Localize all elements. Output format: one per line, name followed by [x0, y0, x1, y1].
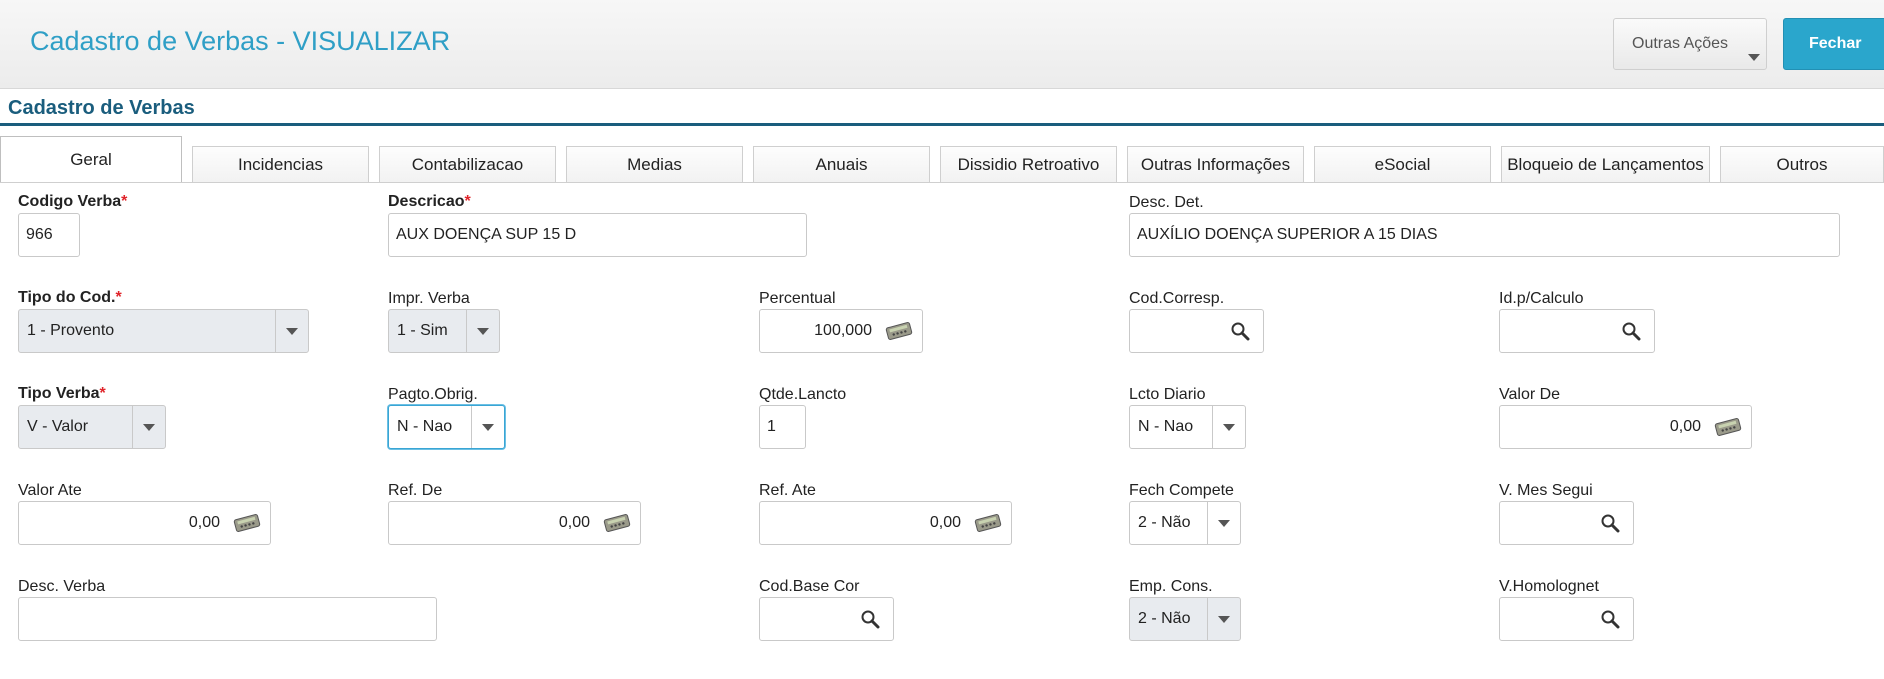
search-icon[interactable]: [1595, 510, 1625, 536]
chevron-down-icon[interactable]: [471, 406, 504, 448]
search-icon[interactable]: [1595, 606, 1625, 632]
chevron-down-icon[interactable]: [132, 406, 165, 448]
desc-det-label: Desc. Det.: [1129, 194, 1204, 211]
tipo-verba-select[interactable]: V - Valor: [18, 405, 166, 449]
fech-compete-select[interactable]: 2 - Não: [1129, 501, 1241, 545]
cod-corresp-label: Cod.Corresp.: [1129, 290, 1225, 307]
tipo-cod-label: Tipo do Cod.*: [18, 289, 122, 306]
tab-geral[interactable]: Geral: [0, 136, 182, 183]
v-mes-segui-input[interactable]: [1499, 501, 1634, 545]
calculator-icon[interactable]: [1713, 414, 1743, 440]
valor-ate-label: Valor Ate: [18, 482, 82, 499]
tab-outras-informacoes[interactable]: Outras Informações: [1127, 146, 1304, 182]
section-divider: [0, 123, 1884, 126]
chevron-down-icon[interactable]: [1212, 406, 1245, 448]
page-title: Cadastro de Verbas - VISUALIZAR: [30, 26, 451, 56]
cod-base-cor-input[interactable]: [759, 597, 894, 641]
tab-outros[interactable]: Outros: [1720, 146, 1884, 182]
tab-medias[interactable]: Medias: [566, 146, 743, 182]
impr-verba-select[interactable]: 1 - Sim: [388, 309, 500, 353]
fech-compete-label: Fech Compete: [1129, 482, 1234, 499]
calculator-icon[interactable]: [973, 510, 1003, 536]
emp-cons-label: Emp. Cons.: [1129, 578, 1213, 595]
more-actions-button[interactable]: Outras Ações: [1613, 18, 1767, 70]
id-calculo-input[interactable]: [1499, 309, 1655, 353]
impr-verba-label: Impr. Verba: [388, 290, 470, 307]
lcto-diario-select[interactable]: N - Nao: [1129, 405, 1246, 449]
qtde-lancto-label: Qtde.Lancto: [759, 386, 847, 403]
tipo-verba-label: Tipo Verba*: [18, 385, 106, 402]
v-mes-segui-label: V. Mes Segui: [1499, 482, 1593, 499]
calculator-icon[interactable]: [602, 510, 632, 536]
ref-de-label: Ref. De: [388, 482, 443, 499]
tab-contabilizacao[interactable]: Contabilizacao: [379, 146, 556, 182]
descricao-label: Descricao*: [388, 193, 471, 210]
chevron-down-icon[interactable]: [275, 310, 308, 352]
tab-esocial[interactable]: eSocial: [1314, 146, 1491, 182]
search-icon[interactable]: [1225, 318, 1255, 344]
v-homolognet-label: V.Homolognet: [1499, 578, 1599, 595]
descricao-input[interactable]: AUX DOENÇA SUP 15 D: [388, 213, 807, 257]
chevron-down-icon[interactable]: [1207, 598, 1240, 640]
close-button[interactable]: Fechar: [1783, 18, 1884, 70]
cod-corresp-input[interactable]: [1129, 309, 1264, 353]
ref-ate-input[interactable]: 0,00: [759, 501, 1012, 545]
ref-de-input[interactable]: 0,00: [388, 501, 641, 545]
tipo-cod-select[interactable]: 1 - Provento: [18, 309, 309, 353]
chevron-down-icon[interactable]: [1207, 502, 1240, 544]
percentual-label: Percentual: [759, 290, 836, 307]
pagto-obrig-select[interactable]: N - Nao: [388, 405, 505, 449]
desc-verba-input[interactable]: [18, 597, 437, 641]
header-bar: Cadastro de Verbas - VISUALIZAR Outras A…: [0, 0, 1884, 89]
calculator-icon[interactable]: [884, 318, 914, 344]
desc-verba-label: Desc. Verba: [18, 578, 106, 595]
valor-de-label: Valor De: [1499, 386, 1561, 403]
tab-bloqueio-lancamentos[interactable]: Bloqueio de Lançamentos: [1501, 146, 1710, 182]
valor-ate-input[interactable]: 0,00: [18, 501, 271, 545]
v-homolognet-input[interactable]: [1499, 597, 1634, 641]
chevron-down-icon: [1748, 54, 1760, 61]
cod-base-cor-label: Cod.Base Cor: [759, 578, 860, 595]
percentual-input[interactable]: 100,000: [759, 309, 923, 353]
section-title: Cadastro de Verbas: [8, 97, 195, 119]
id-calculo-label: Id.p/Calculo: [1499, 290, 1584, 307]
desc-det-input[interactable]: AUXÍLIO DOENÇA SUPERIOR A 15 DIAS: [1129, 213, 1840, 257]
ref-ate-label: Ref. Ate: [759, 482, 816, 499]
tab-dissidio-retroativo[interactable]: Dissidio Retroativo: [940, 146, 1117, 182]
search-icon[interactable]: [855, 606, 885, 632]
valor-de-input[interactable]: 0,00: [1499, 405, 1752, 449]
codigo-verba-input[interactable]: 966: [18, 213, 80, 257]
emp-cons-select[interactable]: 2 - Não: [1129, 597, 1241, 641]
chevron-down-icon[interactable]: [466, 310, 499, 352]
tab-anuais[interactable]: Anuais: [753, 146, 930, 182]
calculator-icon[interactable]: [232, 510, 262, 536]
codigo-verba-label: Codigo Verba*: [18, 193, 128, 210]
lcto-diario-label: Lcto Diario: [1129, 386, 1206, 403]
more-actions-label: Outras Ações: [1632, 35, 1729, 52]
tabs-divider: [0, 182, 1884, 183]
tab-incidencias[interactable]: Incidencias: [192, 146, 369, 182]
qtde-lancto-input[interactable]: 1: [759, 405, 806, 449]
pagto-obrig-label: Pagto.Obrig.: [388, 386, 478, 403]
search-icon[interactable]: [1616, 318, 1646, 344]
